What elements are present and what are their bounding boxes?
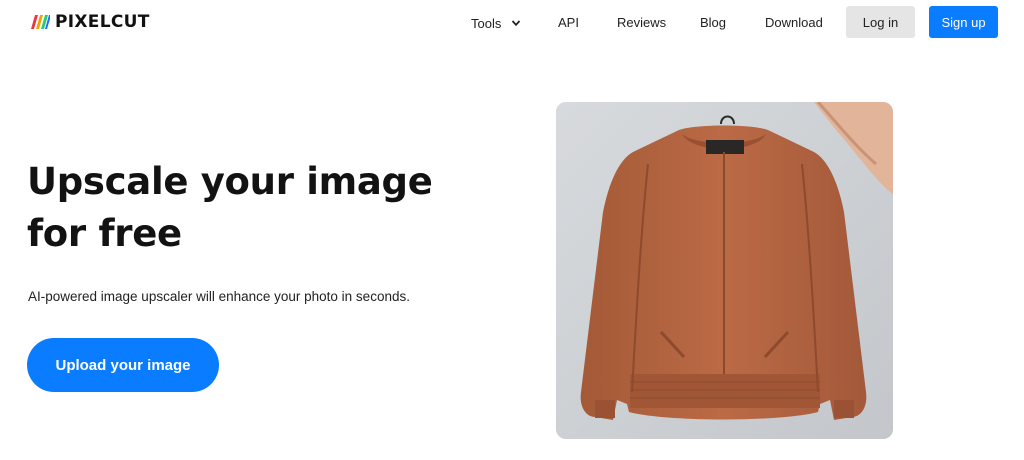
signup-button[interactable]: Sign up [929,6,998,38]
hero-subtitle: AI-powered image upscaler will enhance y… [28,289,410,304]
pixelcut-logo[interactable]: PIXELCUT [28,11,150,33]
chevron-down-icon [512,20,521,27]
upload-image-button[interactable]: Upload your image [27,338,219,392]
jacket-photo-icon [556,102,893,439]
nav-tools-dropdown[interactable]: Tools [471,0,521,46]
nav-tools-label: Tools [471,15,502,31]
nav-blog-link[interactable]: Blog [700,15,726,30]
hero-title: Upscale your image for free [27,160,433,255]
site-header: PIXELCUT Tools API Reviews Blog Download… [0,0,1024,46]
nav-api-link[interactable]: API [558,15,579,30]
brand-name: PIXELCUT [55,12,150,32]
logo-stripes-icon [31,15,50,29]
nav-download-link[interactable]: Download [765,15,823,30]
login-button[interactable]: Log in [846,6,915,38]
nav-reviews-link[interactable]: Reviews [617,15,666,30]
hero-jacket-image [556,102,893,439]
